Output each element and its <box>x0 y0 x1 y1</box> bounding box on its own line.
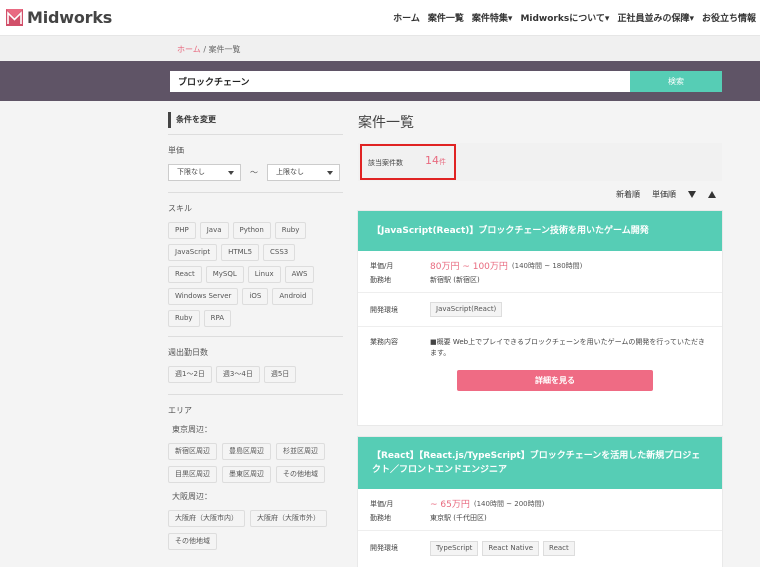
sort-price[interactable]: 単価順 <box>652 189 676 200</box>
count-label: 該当案件数 <box>368 159 403 167</box>
skill-tag[interactable]: Ruby <box>274 222 307 239</box>
breadcrumb-separator: / <box>203 45 207 54</box>
nav-projects[interactable]: 案件一覧 <box>428 11 464 24</box>
nav-benefits[interactable]: 正社員並みの保障▾ <box>617 11 694 24</box>
area-tag[interactable]: その他地域 <box>276 466 325 483</box>
area-tag[interactable]: 豊島区周辺 <box>222 443 271 460</box>
skill-tag[interactable]: AWS <box>284 266 315 283</box>
breadcrumb-current: 案件一覧 <box>208 45 241 54</box>
job-location: 東京駅 (千代田区) <box>430 514 487 522</box>
skill-tag[interactable]: RPA <box>203 310 232 327</box>
env-tag: React Native <box>482 540 540 556</box>
tokyo-tags: 新宿区周辺 豊島区周辺 杉並区周辺 目黒区周辺 墨東区周辺 その他地域 <box>168 443 336 483</box>
env-tag: JavaScript(React) <box>430 302 503 317</box>
site-header: Midworks ホーム 案件一覧 案件特集▾ Midworksについて▾ 正社… <box>0 0 760 36</box>
area-label: エリア <box>168 406 192 415</box>
job-title[interactable]: 【JavaScript(React)】ブロックチェーン技術を用いたゲーム開発 <box>358 211 722 251</box>
area-tag[interactable]: 新宿区周辺 <box>168 443 217 460</box>
skill-tag[interactable]: iOS <box>242 288 269 305</box>
skill-tag[interactable]: Android <box>272 288 314 305</box>
sort-asc-icon[interactable] <box>708 191 716 198</box>
detail-button[interactable]: 詳細を見る <box>457 370 653 391</box>
search-button[interactable]: 検索 <box>630 71 722 92</box>
job-card: 【React】【React.js/TypeScript】ブロックチェーンを活用し… <box>358 437 722 567</box>
price-max-select[interactable]: 上限なし <box>267 164 340 181</box>
days-tags: 週1〜2日 週3〜4日 週5日 <box>168 366 343 383</box>
area-tag[interactable]: 目黒区周辺 <box>168 466 217 483</box>
job-location: 新宿駅 (新宿区) <box>430 276 480 284</box>
filter-sidebar: 条件を変更 単価 下限なし 〜 上限なし スキル PHP Java Python… <box>168 112 343 550</box>
skill-tag[interactable]: CSS3 <box>263 244 296 261</box>
env-key: 開発環境 <box>370 305 398 314</box>
nav-features[interactable]: 案件特集▾ <box>472 11 513 24</box>
job-hours: (140時間 ~ 200時間) <box>473 499 545 508</box>
skill-tag[interactable]: Python <box>232 222 271 239</box>
days-label: 週出勤日数 <box>168 348 208 357</box>
job-env-row: 開発環境 JavaScript(React) <box>358 293 722 327</box>
tokyo-label: 東京周辺： <box>172 425 212 434</box>
days-tag[interactable]: 週3〜4日 <box>215 366 260 383</box>
location-key: 勤務地 <box>370 276 391 284</box>
job-desc-row: 業務内容 ■概要 Web上でプレイできるブロックチェーンを用いたゲームの開発を行… <box>358 327 722 425</box>
filter-title: 条件を変更 <box>168 112 343 128</box>
area-tag[interactable]: 大阪府（大阪市外） <box>250 510 327 527</box>
sort-desc-icon[interactable] <box>688 191 696 198</box>
breadcrumb-home[interactable]: ホーム <box>177 45 201 54</box>
skill-tag[interactable]: React <box>168 266 202 283</box>
price-min-select[interactable]: 下限なし <box>168 164 241 181</box>
skill-tag[interactable]: HTML5 <box>221 244 260 261</box>
result-count-box: 該当案件数 14件 <box>358 143 722 181</box>
osaka-tags: 大阪府（大阪市内） 大阪府（大阪市外） その他地域 <box>168 510 343 550</box>
job-card: 【JavaScript(React)】ブロックチェーン技術を用いたゲーム開発 単… <box>358 211 722 425</box>
midworks-logo-icon <box>6 9 23 26</box>
env-tag: TypeScript <box>430 540 479 556</box>
main-content: 案件一覧 該当案件数 14件 新着順 単価順 【JavaScript(React… <box>358 112 722 567</box>
skill-tag[interactable]: Java <box>199 222 229 239</box>
env-key: 開発環境 <box>370 544 398 552</box>
job-price-row: 単価/月 80万円 ~ 100万円 (140時間 ~ 180時間) 勤務地 新宿… <box>358 251 722 293</box>
osaka-label: 大阪周辺： <box>172 492 212 501</box>
job-price: ~ 65万円 <box>430 500 470 510</box>
desc-key: 業務内容 <box>370 338 398 346</box>
area-tag[interactable]: 墨東区周辺 <box>222 466 271 483</box>
skill-tag[interactable]: MySQL <box>205 266 244 283</box>
skill-tag[interactable]: Windows Server <box>168 288 239 305</box>
price-tilde: 〜 <box>250 168 258 177</box>
divider <box>168 134 343 135</box>
nav-home[interactable]: ホーム <box>393 11 420 24</box>
area-tag[interactable]: 大阪府（大阪市内） <box>168 510 245 527</box>
location-key: 勤務地 <box>370 514 391 522</box>
skill-tag[interactable]: Linux <box>247 266 281 283</box>
job-price: 80万円 ~ 100万円 <box>430 262 508 272</box>
count-value: 14件 <box>425 154 446 167</box>
skill-tag[interactable]: PHP <box>168 222 196 239</box>
breadcrumb-bar: ホーム / 案件一覧 <box>0 36 760 61</box>
price-key: 単価/月 <box>370 499 394 508</box>
skill-tag[interactable]: JavaScript <box>168 244 218 261</box>
price-key: 単価/月 <box>370 261 394 270</box>
logo[interactable]: Midworks <box>6 8 112 27</box>
skill-tags: PHP Java Python Ruby JavaScript HTML5 CS… <box>168 222 328 327</box>
logo-text: Midworks <box>27 8 113 27</box>
job-title[interactable]: 【React】【React.js/TypeScript】ブロックチェーンを活用し… <box>358 437 722 489</box>
main-nav: ホーム 案件一覧 案件特集▾ Midworksについて▾ 正社員並みの保障▾ お… <box>393 11 756 24</box>
breadcrumb: ホーム / 案件一覧 <box>177 44 241 55</box>
job-price-row: 単価/月 ~ 65万円 (140時間 ~ 200時間) 勤務地 東京駅 (千代田… <box>358 489 722 531</box>
area-tag[interactable]: その他地域 <box>168 533 217 550</box>
price-label: 単価 <box>168 146 184 155</box>
sort-controls: 新着順 単価順 <box>616 189 716 200</box>
search-band: 検索 <box>0 61 760 101</box>
sort-newest[interactable]: 新着順 <box>616 189 640 200</box>
nav-about[interactable]: Midworksについて▾ <box>520 11 609 24</box>
env-tag: React <box>543 540 575 556</box>
page-title: 案件一覧 <box>358 115 414 131</box>
job-hours: (140時間 ~ 180時間) <box>511 261 583 270</box>
area-tag[interactable]: 杉並区周辺 <box>276 443 325 460</box>
days-tag[interactable]: 週1〜2日 <box>168 366 212 383</box>
search-input[interactable] <box>170 71 630 92</box>
skill-tag[interactable]: Ruby <box>168 310 200 327</box>
skill-label: スキル <box>168 204 192 213</box>
nav-info[interactable]: お役立ち情報 <box>702 11 756 24</box>
days-tag[interactable]: 週5日 <box>263 366 297 383</box>
